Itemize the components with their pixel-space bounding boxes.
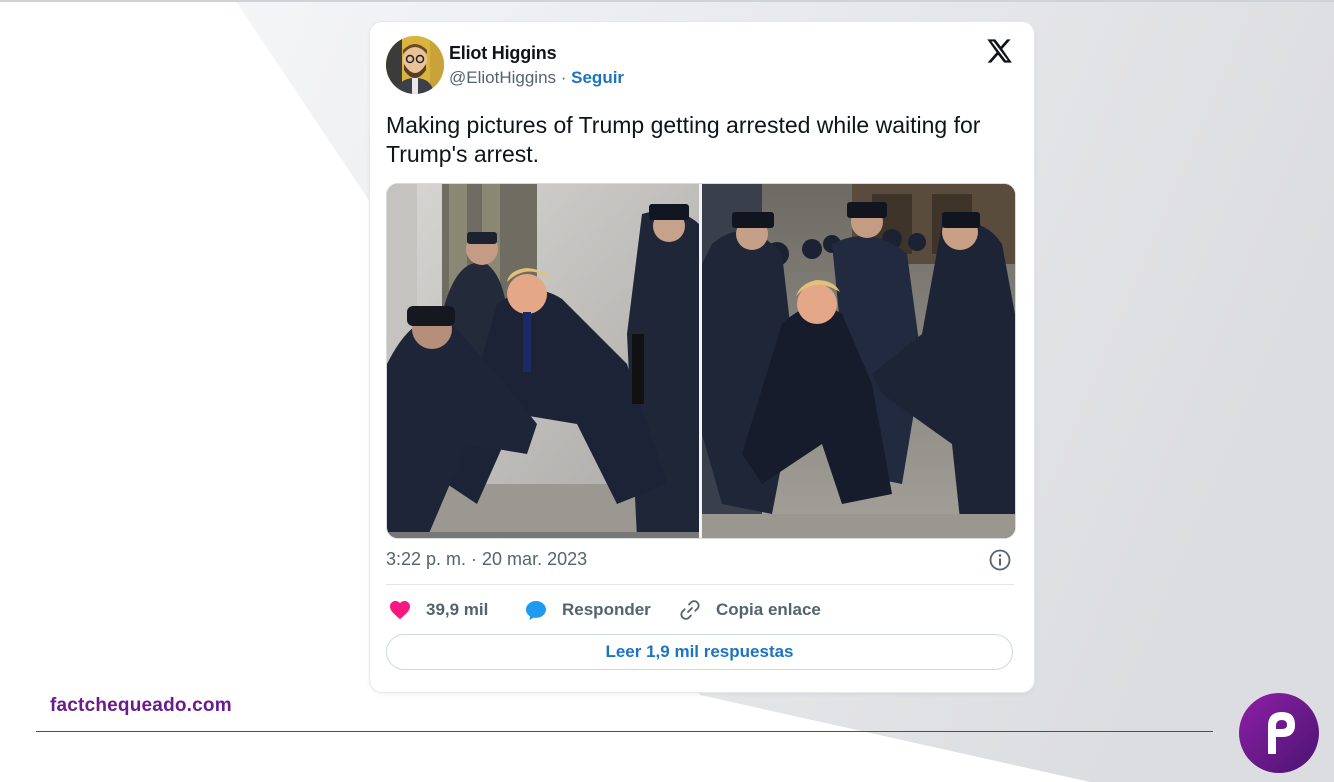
tweet-media[interactable]	[386, 183, 1016, 539]
tweet-embed-card: Eliot Higgins @EliotHiggins · Seguir Mak…	[370, 22, 1034, 692]
link-icon	[680, 600, 700, 620]
like-count: 39,9 mil	[426, 600, 489, 619]
tweet-text: Making pictures of Trump getting arreste…	[386, 112, 981, 167]
info-icon[interactable]	[988, 548, 1012, 572]
heart-icon	[390, 601, 410, 620]
top-border	[0, 0, 1334, 2]
avatar[interactable]	[386, 36, 444, 94]
arrest-photo-left[interactable]	[387, 184, 699, 538]
copy-link-label: Copia enlace	[716, 600, 821, 619]
follow-button[interactable]: Seguir	[571, 68, 624, 87]
factchequeado-logo[interactable]	[1238, 692, 1320, 774]
author-handle-row: @EliotHiggins · Seguir	[449, 68, 624, 88]
arrest-photo-right[interactable]	[702, 184, 1015, 538]
author-name[interactable]: Eliot Higgins	[449, 43, 557, 64]
separator: ·	[556, 68, 572, 87]
x-logo-icon[interactable]	[985, 37, 1013, 65]
tweet-actions: 39,9 mil Responder Copia enlace	[386, 596, 1014, 624]
reply-label: Responder	[562, 600, 651, 619]
tweet-timestamp[interactable]: 3:22 p. m. · 20 mar. 2023	[386, 549, 587, 570]
footer-rule	[36, 731, 1213, 732]
speech-bubble-icon	[526, 601, 546, 620]
separator-line	[386, 584, 1014, 585]
author-handle[interactable]: @EliotHiggins	[449, 68, 556, 87]
like-button[interactable]: 39,9 mil	[388, 596, 488, 624]
copy-link-button[interactable]: Copia enlace	[678, 596, 821, 624]
site-name[interactable]: factchequeado.com	[50, 695, 232, 717]
read-replies-button[interactable]: Leer 1,9 mil respuestas	[386, 634, 1013, 670]
reply-button[interactable]: Responder	[524, 596, 651, 624]
